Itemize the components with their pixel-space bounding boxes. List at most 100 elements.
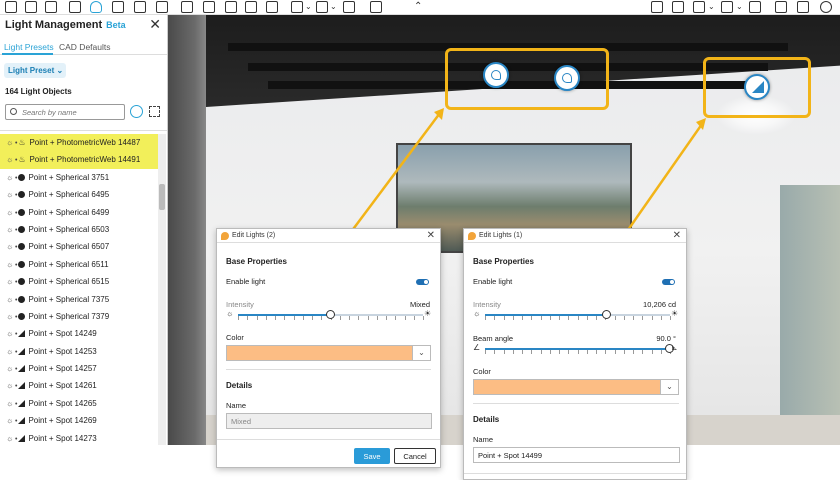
camera-icon[interactable]	[266, 1, 278, 13]
refresh-icon[interactable]	[225, 1, 237, 13]
light-on-icon[interactable]: ☼	[6, 295, 14, 304]
list-item[interactable]: ☼ • Point + Spherical 6499	[0, 204, 158, 221]
clip-icon[interactable]	[316, 1, 328, 13]
floor-plan-icon[interactable]	[5, 1, 17, 13]
intensity-slider[interactable]	[485, 314, 671, 320]
display-icon[interactable]	[69, 1, 81, 13]
video-icon[interactable]	[291, 1, 303, 13]
cursor-icon[interactable]	[181, 1, 193, 13]
list-item[interactable]: ☼ • Point + Spot 14261	[0, 377, 158, 394]
collapse-toolbar-chevron-icon[interactable]: ⌃	[414, 1, 422, 12]
beam-angle-slider[interactable]	[485, 348, 671, 354]
light-on-icon[interactable]: ☼	[6, 347, 14, 356]
scroll-thumb[interactable]	[159, 184, 165, 210]
light-on-icon[interactable]: ☼	[6, 434, 14, 443]
lightbulb-filter-icon[interactable]	[130, 105, 143, 118]
name-input[interactable]	[226, 413, 432, 429]
lightning-icon[interactable]	[370, 1, 382, 13]
photometric-light-marker-icon[interactable]	[554, 65, 580, 91]
light-on-icon[interactable]: ☼	[6, 260, 14, 269]
light-count: 164 Light Objects	[5, 87, 72, 96]
building-icon[interactable]	[134, 1, 146, 13]
close-panel-icon[interactable]: ✕	[149, 16, 161, 33]
light-on-icon[interactable]: ☼	[6, 329, 14, 338]
light-on-icon[interactable]: ☼	[6, 312, 14, 321]
cancel-button[interactable]: Cancel	[394, 448, 436, 464]
light-on-icon[interactable]: ☼	[6, 138, 14, 147]
list-item[interactable]: ☼ • Point + Spherical 6495	[0, 186, 158, 203]
list-item[interactable]: ☼ • Point + Spherical 7375	[0, 291, 158, 308]
enable-light-toggle[interactable]	[662, 279, 675, 285]
close-dialog-icon[interactable]: ✕	[673, 230, 681, 241]
tab-light-presets[interactable]: Light Presets	[4, 42, 54, 52]
list-item[interactable]: ☼ • Point + Spot 14257	[0, 360, 158, 377]
point-dot-icon: •	[15, 209, 18, 217]
help-icon[interactable]	[820, 1, 832, 13]
name-input[interactable]	[473, 447, 680, 463]
close-dialog-icon[interactable]: ✕	[427, 230, 435, 241]
intensity-slider-knob[interactable]	[602, 310, 612, 319]
spot-light-icon	[18, 399, 26, 407]
visibility-icon[interactable]	[343, 1, 355, 13]
tab-cad-defaults[interactable]: CAD Defaults	[59, 42, 111, 52]
light-on-icon[interactable]: ☼	[6, 364, 14, 373]
list-scrollbar[interactable]	[158, 134, 166, 445]
list-item[interactable]: ☼ • Point + Spherical 6515	[0, 273, 158, 290]
list-item[interactable]: ☼ •♨ Point + PhotometricWeb 14491	[0, 151, 158, 169]
panel-title: Light Management Beta	[5, 19, 126, 31]
color-select[interactable]: ⌄	[226, 345, 431, 361]
save-button[interactable]: Save	[354, 448, 390, 464]
list-item[interactable]: ☼ • Point + Spot 14265	[0, 395, 158, 412]
list-item[interactable]: ☼ • Point + Spot 14273	[0, 430, 158, 445]
list-item[interactable]: ☼ • Point + Spherical 6503	[0, 221, 158, 238]
cube-icon[interactable]	[693, 1, 705, 13]
image-right-icon[interactable]	[672, 1, 684, 13]
light-on-icon[interactable]: ☼	[6, 381, 14, 390]
document-icon[interactable]	[25, 1, 37, 13]
export-icon[interactable]	[112, 1, 124, 13]
spot-light-marker-icon[interactable]	[744, 74, 770, 100]
list-divider	[0, 130, 167, 131]
eye-icon[interactable]	[775, 1, 787, 13]
video-dropdown-chevron-icon[interactable]: ⌄	[305, 2, 312, 11]
light-on-icon[interactable]: ☼	[6, 416, 14, 425]
light-on-icon[interactable]: ☼	[6, 208, 14, 217]
enable-light-toggle[interactable]	[416, 279, 429, 285]
slider-tick	[642, 350, 644, 354]
layers-icon[interactable]	[45, 1, 57, 13]
lightbulb-icon[interactable]	[90, 1, 102, 13]
list-item[interactable]: ☼ • Point + Spherical 6507	[0, 238, 158, 255]
globe-icon[interactable]	[156, 1, 168, 13]
light-on-icon[interactable]: ☼	[6, 399, 14, 408]
select-icon[interactable]	[203, 1, 215, 13]
rotate-dropdown-chevron-icon[interactable]: ⌄	[736, 2, 743, 11]
clip-dropdown-chevron-icon[interactable]: ⌄	[330, 2, 337, 11]
color-select[interactable]: ⌄	[473, 379, 679, 395]
footer-divider	[464, 473, 686, 474]
color-label: Color	[473, 367, 491, 376]
light-on-icon[interactable]: ☼	[6, 225, 14, 234]
image-icon[interactable]	[245, 1, 257, 13]
settings-icon[interactable]	[797, 1, 809, 13]
photometric-light-marker-icon[interactable]	[483, 62, 509, 88]
cube-dropdown-chevron-icon[interactable]: ⌄	[708, 2, 715, 11]
select-all-icon[interactable]	[149, 106, 160, 117]
intensity-slider-knob[interactable]	[325, 310, 335, 319]
list-item[interactable]: ☼ • Point + Spot 14249	[0, 325, 158, 342]
list-item[interactable]: ☼ • Point + Spot 14269	[0, 412, 158, 429]
light-on-icon[interactable]: ☼	[6, 155, 14, 164]
light-preset-dropdown[interactable]: Light Preset ⌄	[4, 63, 66, 78]
list-item[interactable]: ☼ • Point + Spherical 7379	[0, 308, 158, 325]
list-item[interactable]: ☼ •♨ Point + PhotometricWeb 14487	[0, 134, 158, 152]
compass-icon[interactable]	[651, 1, 663, 13]
search-input[interactable]	[22, 106, 122, 118]
light-on-icon[interactable]: ☼	[6, 173, 14, 182]
list-item[interactable]: ☼ • Point + Spot 14253	[0, 343, 158, 360]
light-on-icon[interactable]: ☼	[6, 277, 14, 286]
list-item[interactable]: ☼ • Point + Spherical 6511	[0, 256, 158, 273]
light-on-icon[interactable]: ☼	[6, 242, 14, 251]
rotate-icon[interactable]	[721, 1, 733, 13]
light-on-icon[interactable]: ☼	[6, 190, 14, 199]
gear-small-icon[interactable]	[749, 1, 761, 13]
list-item[interactable]: ☼ • Point + Spherical 3751	[0, 169, 158, 186]
